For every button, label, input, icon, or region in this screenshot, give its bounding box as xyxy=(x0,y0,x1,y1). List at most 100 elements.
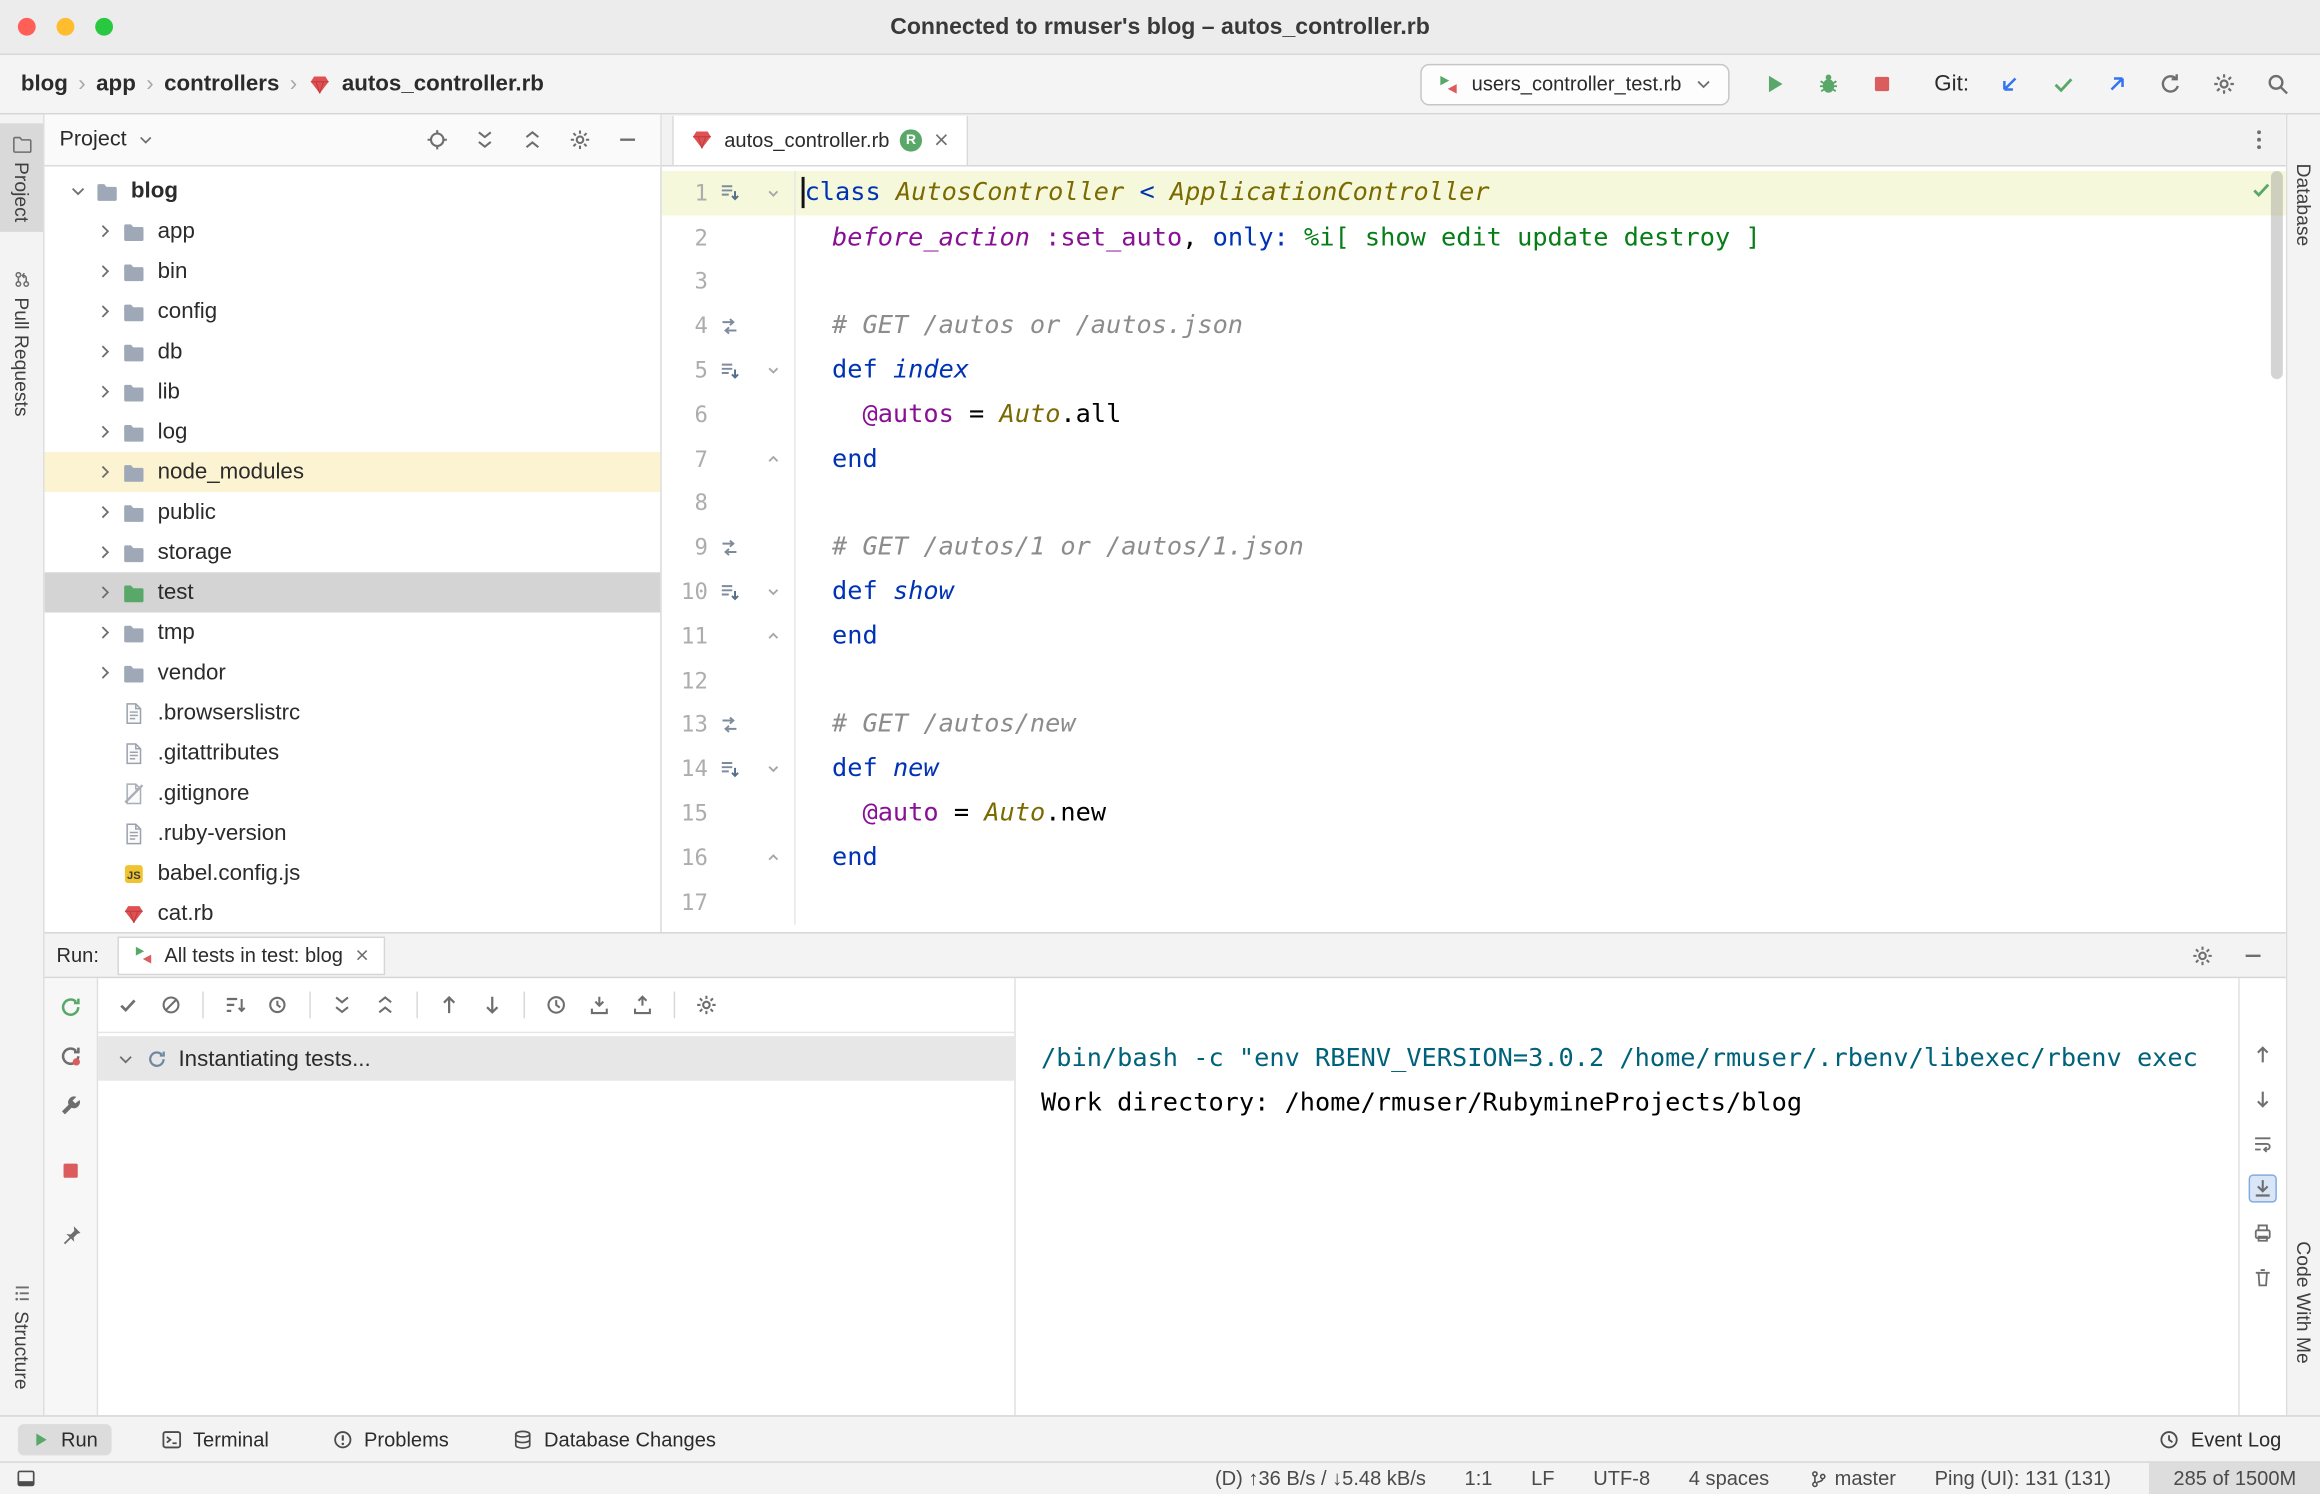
run-configuration-select[interactable]: users_controller_test.rb xyxy=(1419,63,1730,105)
collapse-all-button[interactable] xyxy=(521,128,545,152)
sort-alphabetically-button[interactable] xyxy=(223,993,247,1017)
rerun-failed-tests-button[interactable] xyxy=(58,1044,83,1069)
expand-all-tests-button[interactable] xyxy=(330,993,354,1017)
git-rollback-button[interactable] xyxy=(2147,62,2192,107)
breadcrumb-blog[interactable]: blog xyxy=(21,71,68,96)
project-tree[interactable]: blog app bin config db lib log node_modules publ… xyxy=(44,168,661,932)
line-number[interactable]: 6 xyxy=(662,401,707,428)
chevron-right-icon[interactable] xyxy=(92,543,117,562)
git-push-button[interactable] xyxy=(2094,62,2139,107)
tree-item-public[interactable]: public xyxy=(45,492,661,532)
line-number[interactable]: 2 xyxy=(662,224,707,251)
editor-code-area[interactable]: 1 class AutosController < ApplicationCont… xyxy=(661,166,2286,932)
tree-item-babel.config.js[interactable]: JS babel.config.js xyxy=(45,853,661,893)
tool-stripe-structure[interactable]: Structure xyxy=(0,1273,43,1400)
tree-item-lib[interactable]: lib xyxy=(45,372,661,412)
tree-item-db[interactable]: db xyxy=(45,332,661,372)
tree-item-tmp[interactable]: tmp xyxy=(45,612,661,652)
close-icon[interactable] xyxy=(933,131,951,149)
git-branch-widget[interactable]: master xyxy=(1808,1467,1896,1490)
tree-item-log[interactable]: log xyxy=(45,412,661,452)
gutter-route-icon[interactable] xyxy=(708,713,751,735)
print-console-button[interactable] xyxy=(2252,1222,2274,1244)
test-history-button[interactable] xyxy=(544,993,568,1017)
test-toolbar-settings-button[interactable] xyxy=(695,993,719,1017)
rerun-tests-button[interactable] xyxy=(58,995,83,1020)
line-separator[interactable]: LF xyxy=(1531,1467,1554,1489)
chevron-right-icon[interactable] xyxy=(92,663,117,682)
tool-window-run[interactable]: Run xyxy=(17,1423,112,1455)
editor-options-kebab-icon[interactable] xyxy=(2247,128,2271,152)
tree-item-.gitignore[interactable]: .gitignore xyxy=(45,773,661,813)
chevron-right-icon[interactable] xyxy=(92,221,117,240)
select-opened-file-button[interactable] xyxy=(425,128,449,152)
chevron-down-icon[interactable] xyxy=(116,1049,135,1068)
hide-run-panel-button[interactable] xyxy=(2241,943,2265,967)
tool-stripe-database[interactable]: Database xyxy=(2287,153,2320,257)
fold-marker-icon[interactable] xyxy=(751,746,796,792)
gutter-actions-icon[interactable] xyxy=(708,182,751,204)
chevron-right-icon[interactable] xyxy=(92,583,117,602)
line-number[interactable]: 16 xyxy=(662,844,708,871)
line-number[interactable]: 11 xyxy=(662,623,708,650)
run-button[interactable] xyxy=(1753,62,1798,107)
test-tree-item[interactable]: Instantiating tests... xyxy=(98,1036,1015,1081)
soft-wrap-button[interactable] xyxy=(2252,1133,2274,1155)
import-test-results-button[interactable] xyxy=(587,993,611,1017)
show-ignored-button[interactable] xyxy=(159,993,183,1017)
hide-panel-button[interactable] xyxy=(616,128,640,152)
gutter-actions-icon[interactable] xyxy=(708,359,751,381)
tree-item-app[interactable]: app xyxy=(45,211,661,251)
fold-marker-icon[interactable] xyxy=(751,613,796,659)
line-number[interactable]: 7 xyxy=(662,445,707,472)
tree-item-.gitattributes[interactable]: .gitattributes xyxy=(45,733,661,773)
line-number[interactable]: 12 xyxy=(662,667,708,694)
fold-marker-icon[interactable] xyxy=(751,436,796,482)
tool-stripe-code-with-me[interactable]: Code With Me xyxy=(2287,1230,2320,1373)
stop-button[interactable] xyxy=(1860,62,1905,107)
fold-marker-icon[interactable] xyxy=(751,569,796,614)
gutter-actions-icon[interactable] xyxy=(708,758,751,780)
next-failed-test-button[interactable] xyxy=(480,993,504,1017)
event-log-button[interactable]: Event Log xyxy=(2145,1423,2302,1454)
scroll-down-button[interactable] xyxy=(2252,1088,2274,1110)
collapse-all-tests-button[interactable] xyxy=(373,993,397,1017)
line-number[interactable]: 17 xyxy=(662,888,708,915)
tree-item-vendor[interactable]: vendor xyxy=(45,653,661,693)
line-number[interactable]: 13 xyxy=(662,711,708,738)
chevron-right-icon[interactable] xyxy=(92,342,117,361)
previous-failed-test-button[interactable] xyxy=(437,993,461,1017)
test-settings-button[interactable] xyxy=(58,1093,83,1118)
chevron-right-icon[interactable] xyxy=(92,462,117,481)
run-tab-all-tests[interactable]: All tests in test: blog xyxy=(116,935,385,975)
line-number[interactable]: 5 xyxy=(662,357,707,384)
chevron-right-icon[interactable] xyxy=(92,302,117,321)
gutter-actions-icon[interactable] xyxy=(708,581,751,603)
tree-item-node_modules[interactable]: node_modules xyxy=(44,451,661,493)
git-update-button[interactable] xyxy=(1987,62,2032,107)
project-panel-title[interactable]: Project xyxy=(59,128,126,152)
fold-marker-icon[interactable] xyxy=(751,170,796,216)
gutter-route-icon[interactable] xyxy=(708,536,751,558)
tool-stripe-project[interactable]: Project xyxy=(0,123,44,233)
tree-item-.ruby-version[interactable]: .ruby-version xyxy=(45,813,661,853)
chevron-down-icon[interactable] xyxy=(137,131,155,149)
settings-button[interactable] xyxy=(2201,62,2246,107)
tool-window-database-changes[interactable]: Database Changes xyxy=(498,1423,729,1454)
line-number[interactable]: 14 xyxy=(662,756,708,783)
file-encoding[interactable]: UTF-8 xyxy=(1593,1467,1650,1489)
gutter-route-icon[interactable] xyxy=(708,315,751,337)
tool-stripe-pull-requests[interactable]: Pull Requests xyxy=(0,259,43,427)
line-number[interactable]: 8 xyxy=(662,490,707,517)
line-number[interactable]: 4 xyxy=(662,313,707,340)
line-number[interactable]: 10 xyxy=(662,578,708,605)
editor-tab-autos-controller[interactable]: autos_controller.rb R xyxy=(672,115,969,166)
chevron-right-icon[interactable] xyxy=(92,502,117,521)
close-icon[interactable] xyxy=(353,947,369,963)
tree-item-.browserslistrc[interactable]: .browserslistrc xyxy=(45,693,661,733)
editor-scrollbar[interactable] xyxy=(2270,170,2283,380)
breadcrumb-file[interactable]: autos_controller.rb xyxy=(342,71,544,96)
scroll-to-end-button[interactable] xyxy=(2248,1174,2277,1203)
line-number[interactable]: 9 xyxy=(662,534,707,561)
tree-item-storage[interactable]: storage xyxy=(45,532,661,572)
